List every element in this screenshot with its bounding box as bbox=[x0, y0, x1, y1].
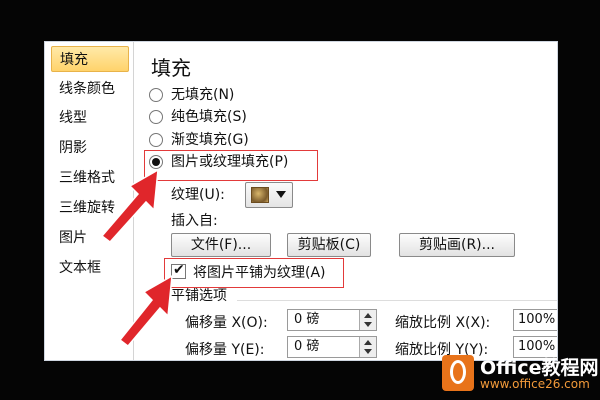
spin-up-icon[interactable] bbox=[364, 340, 372, 345]
fill-panel: 填充 无填充(N) 纯色填充(S) 渐变填充(G) 图片或纹理填充(P) 纹理(… bbox=[141, 42, 557, 360]
highlight-box-tile-checkbox bbox=[164, 258, 344, 288]
watermark-url: www.office26.com bbox=[480, 377, 590, 391]
spin-down-icon[interactable] bbox=[364, 349, 372, 354]
offset-y-label: 偏移量 Y(E): bbox=[185, 342, 265, 358]
offset-x-spinner[interactable]: 0 磅 bbox=[287, 309, 377, 331]
clipart-button[interactable]: 剪贴画(R)... bbox=[399, 233, 515, 257]
offset-y-value[interactable]: 0 磅 bbox=[294, 337, 319, 357]
section-divider bbox=[237, 300, 557, 301]
offset-y-spinner[interactable]: 0 磅 bbox=[287, 336, 377, 358]
red-arrow-icon bbox=[100, 168, 159, 244]
spin-buttons[interactable] bbox=[359, 310, 376, 330]
radio-gradient-fill[interactable]: 渐变填充(G) bbox=[149, 129, 249, 151]
radio-solid-fill[interactable]: 纯色填充(S) bbox=[149, 106, 247, 128]
texture-thumbnail-icon bbox=[251, 187, 269, 203]
scale-x-value[interactable]: 100% bbox=[518, 310, 555, 330]
sidebar-item-line-color[interactable]: 线条颜色 bbox=[51, 76, 129, 102]
highlight-box-picture-fill bbox=[144, 150, 318, 181]
office-logo-icon bbox=[442, 355, 474, 391]
insert-from-label: 插入自: bbox=[171, 213, 218, 229]
clipboard-button[interactable]: 剪贴板(C) bbox=[287, 233, 371, 257]
scale-x-spinner[interactable]: 100% bbox=[513, 309, 557, 331]
offset-x-label: 偏移量 X(O): bbox=[185, 315, 268, 331]
texture-label: 纹理(U): bbox=[171, 187, 225, 203]
radio-button[interactable] bbox=[149, 88, 163, 102]
texture-dropdown[interactable] bbox=[245, 182, 293, 208]
spin-down-icon[interactable] bbox=[364, 322, 372, 327]
dropdown-arrow-icon bbox=[276, 191, 286, 198]
red-arrow-icon bbox=[118, 274, 173, 348]
scale-x-label: 缩放比例 X(X): bbox=[395, 315, 491, 331]
watermark: Office教程网 www.office26.com bbox=[432, 353, 600, 400]
sidebar-item-shadow[interactable]: 阴影 bbox=[51, 135, 129, 161]
sidebar-item-fill[interactable]: 填充 bbox=[51, 46, 129, 72]
spin-up-icon[interactable] bbox=[364, 313, 372, 318]
panel-title: 填充 bbox=[151, 56, 191, 80]
radio-button[interactable] bbox=[149, 133, 163, 147]
watermark-brand: Office教程网 bbox=[480, 357, 599, 379]
radio-no-fill[interactable]: 无填充(N) bbox=[149, 84, 234, 106]
sidebar-item-line-style[interactable]: 线型 bbox=[51, 105, 129, 131]
offset-x-value[interactable]: 0 磅 bbox=[294, 310, 319, 330]
spin-buttons[interactable] bbox=[359, 337, 376, 357]
file-button[interactable]: 文件(F)... bbox=[171, 233, 271, 257]
radio-button[interactable] bbox=[149, 110, 163, 124]
